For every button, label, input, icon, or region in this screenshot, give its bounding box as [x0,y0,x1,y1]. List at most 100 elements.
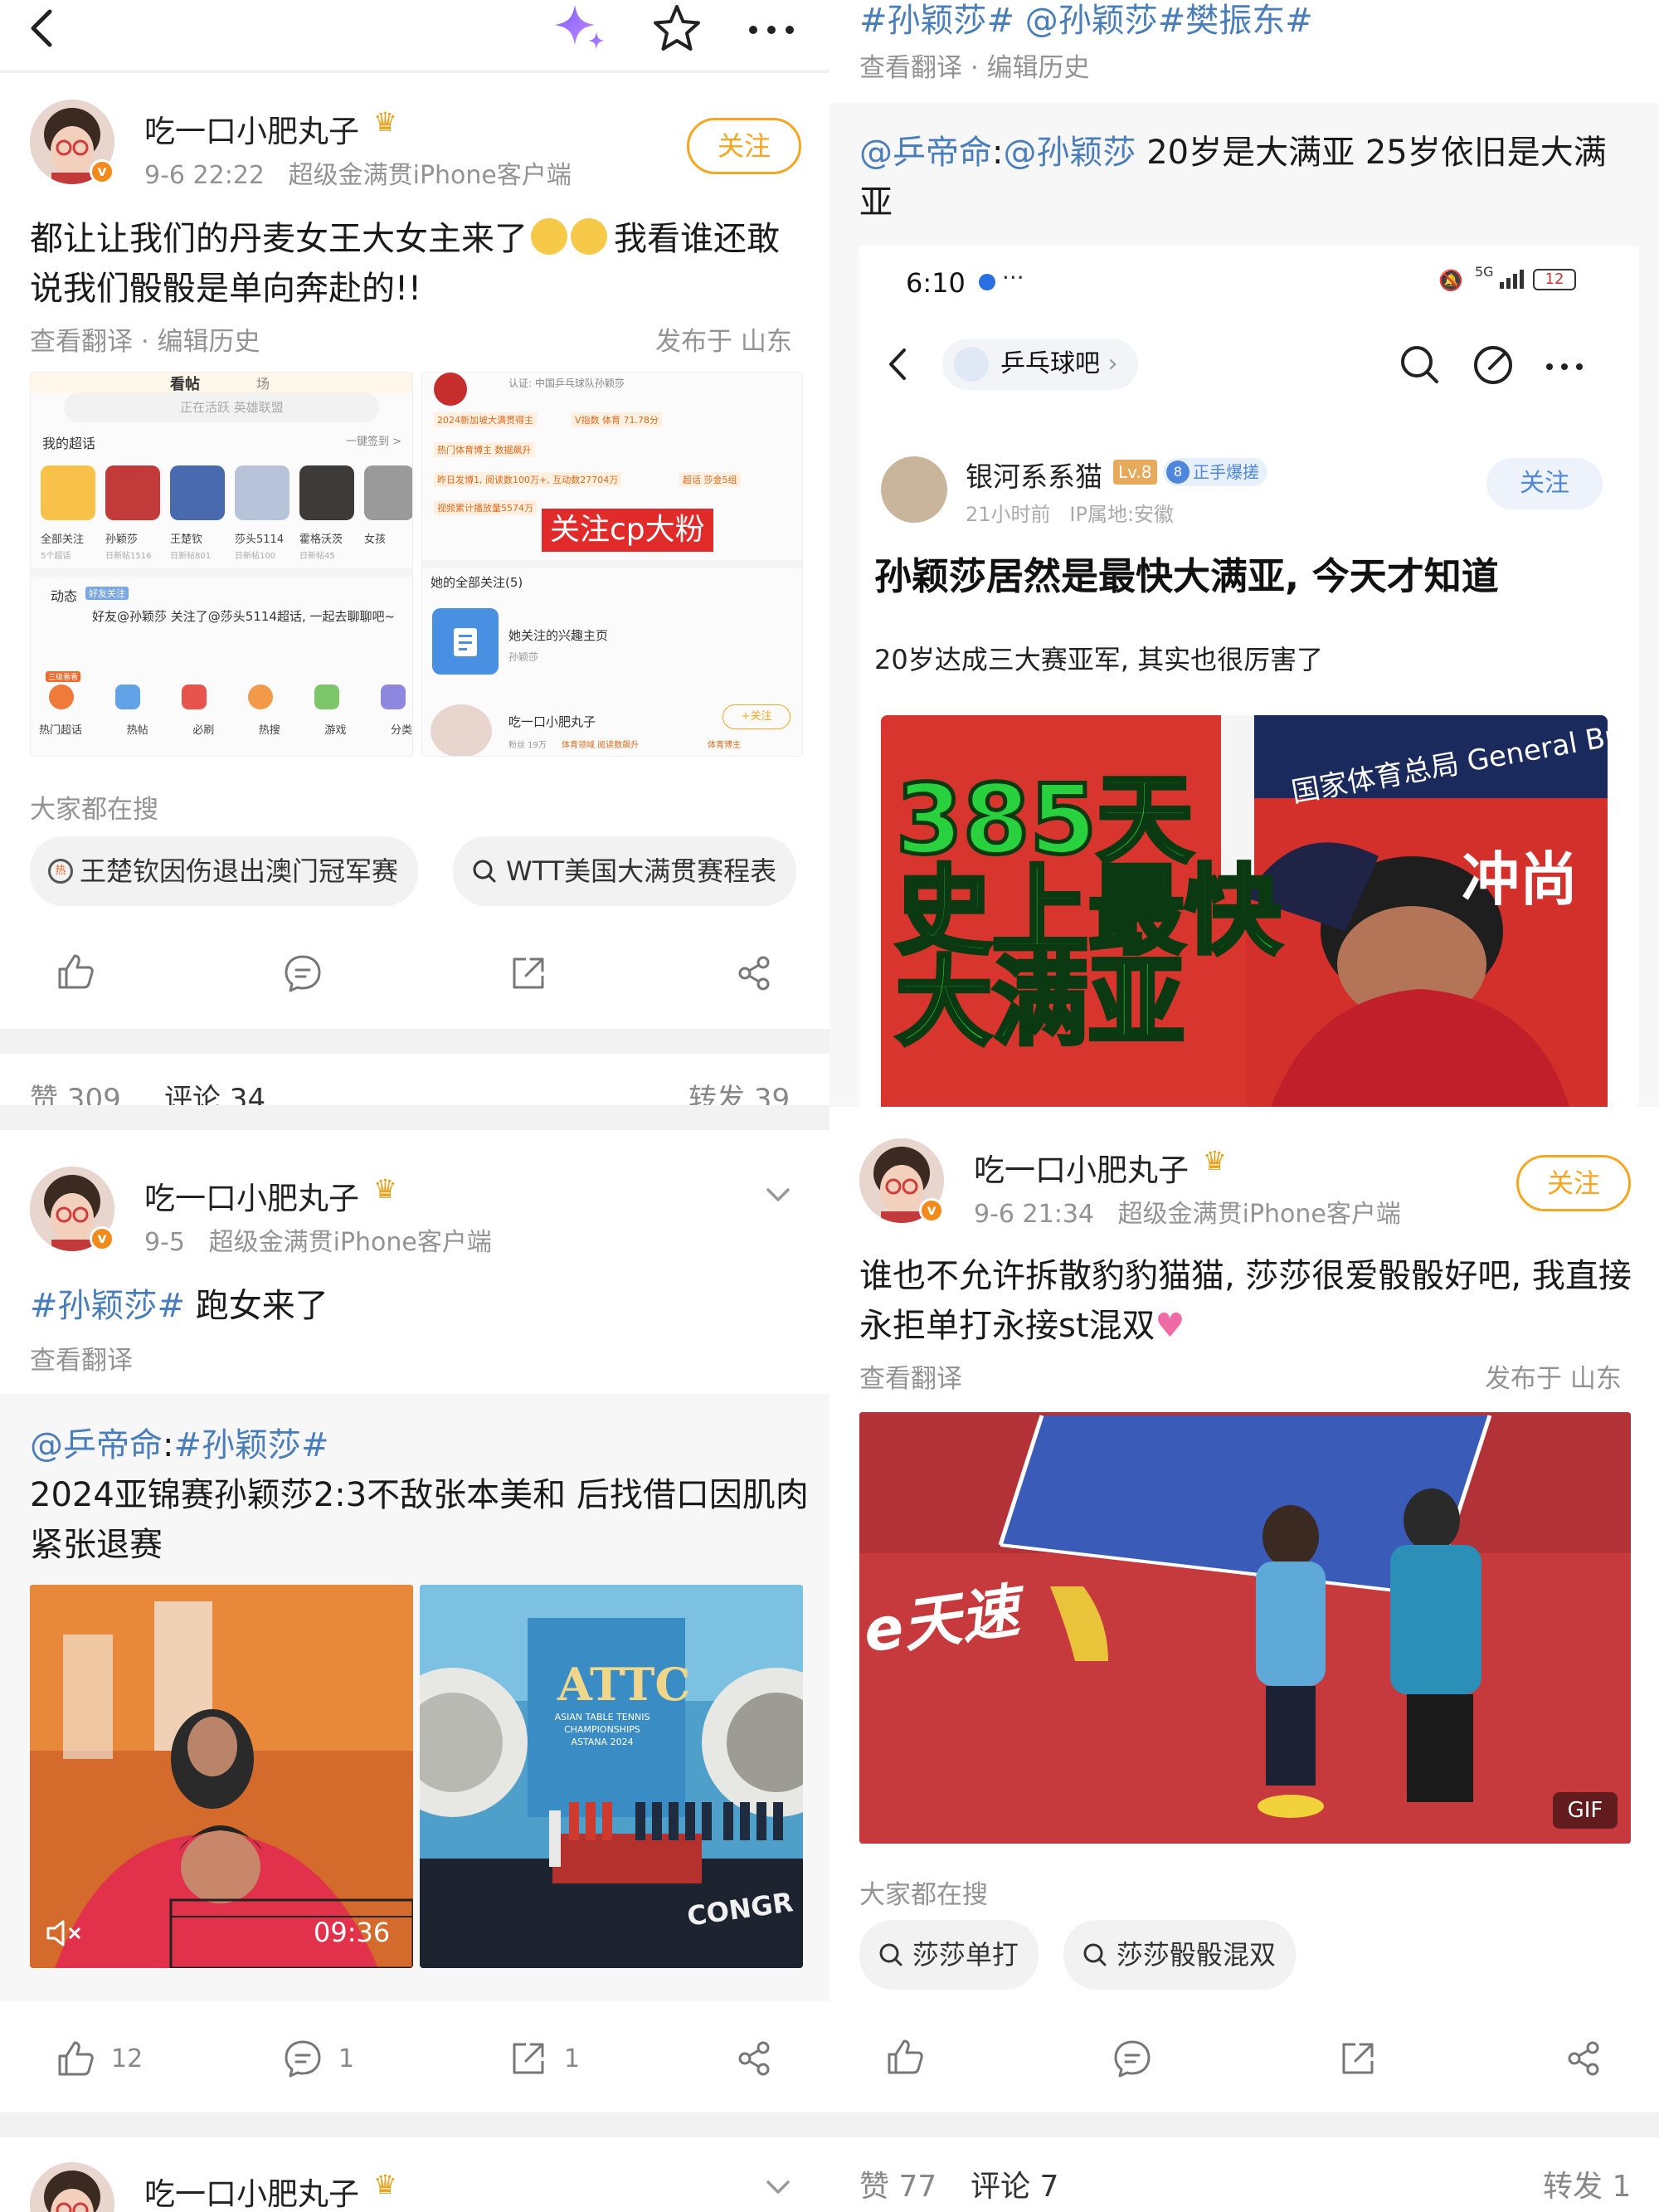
friend-text: 好友@孙颖莎 关注了@莎头5114超话, 一起去聊聊吧~ [92,609,396,624]
divider [0,70,830,73]
verified-badge: v [919,1198,944,1223]
thumbs-up-icon [888,2039,923,2074]
all-follow-label: 她的全部关注(5) [431,575,523,590]
post-text: 都让让我们的丹麦女王大女主来了 我看谁还敢说我们骰骰是单向奔赴的!! [30,218,780,308]
edit-icon [1474,346,1512,384]
comment-button[interactable]: 1 [282,2038,354,2079]
user-sub: 粉丝 19万 [508,741,547,750]
repost-card[interactable]: @乒帝命:@孙颖莎 20岁是大满亚 25岁依旧是大满亚 6:10 ··· 🔕 5… [830,103,1659,1107]
mention-link[interactable]: @孙颖莎 [1003,134,1136,172]
post-time: 9-6 21:34 超级金满贯iPhone客户端 [974,1200,1401,1229]
repost-button[interactable] [1337,2038,1379,2083]
translate-link[interactable]: 查看翻译 · 编辑历史 [30,320,260,358]
image-caption-line1: 385天 [893,764,1194,876]
tab-chang: 场 [256,376,270,392]
stat-reposts[interactable]: 转发 1 [1543,2162,1631,2205]
mention-link[interactable]: @乒帝命 [859,134,992,172]
share-nodes-icon [1568,2041,1599,2076]
post-text: 谁也不允许拆散豹豹猫猫, 莎莎很爱骰骰好吧, 我直接永拒单打永接st混双♥ [859,1257,1632,1345]
comment-icon [1114,2040,1151,2078]
share-out-icon [513,2043,544,2074]
stat-comments[interactable]: 评论 34 [164,1080,265,1105]
post-image-attc[interactable]: ATTC ASIAN TABLE TENNIS CHAMPIONSHIPS AS… [420,1585,803,1968]
interest-sub: 孙颖莎 [508,651,539,663]
search-chip[interactable]: 莎莎单打 [859,1920,1039,1990]
inner-subtitle: 20岁达成三大赛亚军, 其实也很厉害了 [874,644,1324,675]
friend-tag: 好友关注 [85,587,129,600]
post-image-profile[interactable]: 认证: 中国乒乓球队孙颖莎 2024新加坡大满贯得主 V指数 体育 71.78分… [421,372,803,757]
hashtag-link[interactable]: #孙颖莎# [173,1426,328,1464]
follow-button[interactable]: 关注 [687,118,801,174]
mute-button[interactable] [43,1917,85,1953]
hashtag-line[interactable]: #孙颖莎# @孙颖莎#樊振东# [859,0,1313,41]
stat-likes[interactable]: 赞 309 [30,1080,121,1105]
back-button[interactable] [18,3,68,53]
sparkle-button[interactable] [552,0,610,58]
translate-link[interactable]: 查看翻译 · 编辑历史 [859,46,1090,84]
search-chip[interactable]: WTT美国大满贯赛程表 [453,836,797,906]
bottom-labels: 热门超话 热帖 必刷 热搜 游戏 分类 [39,724,412,737]
author-name[interactable]: 吃一口小肥丸子 [974,1145,1189,1190]
post-image-superhua[interactable]: 看帖 场 正在活跃 英雄联盟 我的超话 一键签到 > 全部关注 孙颖莎 王楚钦 … [30,372,413,757]
video-thumbnail[interactable]: 09:36 [30,1585,413,1968]
stat-likes[interactable]: 赞 77 [859,2162,937,2205]
expand-button[interactable] [761,2174,795,2202]
post-gif[interactable]: e天速 GIF [859,1412,1631,1844]
search-section-label: 大家都在搜 [30,795,158,825]
post-text: #孙颖莎# 跑女来了 [30,1287,328,1325]
author-name[interactable]: 吃一口小肥丸子 [144,1173,359,1218]
thumbs-up-icon [58,954,94,989]
chevron-down-icon [766,1188,790,1201]
author-name[interactable]: 吃一口小肥丸子 [144,106,359,151]
user-avatar [431,704,492,756]
repost-card[interactable]: @乒帝命:#孙颖莎# 2024亚锦赛孙颖莎2:3不敌张本美和 后找借口因肌肉紧张… [0,1394,830,2001]
image-caption-line3: 大满亚 [894,947,1187,1059]
stat-comments[interactable]: 评论 7 [971,2162,1058,2205]
share-button[interactable] [733,2038,775,2083]
like-button[interactable] [55,951,96,996]
post-image-screenshot[interactable]: 6:10 ··· 🔕 5G 12 乒乓球吧 › 银河系系猫 Lv.8 正手爆搓 … [859,246,1639,1107]
comment-button[interactable] [282,953,324,997]
search-icon [879,1943,902,1966]
tag: 热门体育博主 数据飙升 [434,442,535,457]
favorite-button[interactable] [649,2,704,56]
repost-text: @乒帝命:@孙颖莎 20岁是大满亚 25岁依旧是大满亚 [859,134,1607,222]
thumb [299,465,354,520]
interest-label: 她关注的兴趣主页 [508,628,609,643]
repost-button[interactable]: 1 [508,2038,580,2079]
expand-button[interactable] [761,1182,795,1210]
verified-badge: v [90,159,114,184]
tag-badge: 正手爆搓 8 [1163,458,1267,486]
repost-text: @乒帝命:#孙颖莎# 2024亚锦赛孙颖莎2:3不敌张本美和 后找借口因肌肉紧张… [30,1426,809,1564]
follow-button[interactable]: 关注 [1516,1155,1631,1211]
inner-time: 21小时前 IP属地:安徽 [966,503,1175,526]
search-chip[interactable]: 热 王楚钦因伤退出澳门冠军赛 [30,836,419,906]
avatar[interactable] [30,2162,114,2212]
more-button[interactable] [742,5,800,55]
signal-label: 5G [1475,264,1494,280]
crown-icon: ♛ [373,2169,397,2200]
like-button[interactable] [884,2036,926,2081]
level-badge: Lv.8 [1113,460,1157,485]
avatar-girl-image [30,2162,114,2212]
stat-reposts[interactable]: 转发 39 [688,1080,790,1105]
comment-button[interactable] [1112,2038,1153,2083]
chevron-left-icon [31,9,52,47]
share-button[interactable] [1563,2038,1604,2083]
mention-link[interactable]: @乒帝命 [30,1426,163,1464]
right-feed-column: #孙颖莎# @孙颖莎#樊振东# 查看翻译 · 编辑历史 @乒帝命:@孙颖莎 20… [830,0,1659,2212]
like-button[interactable]: 12 [55,2038,143,2079]
emoji-icon [571,218,607,255]
author-name[interactable]: 吃一口小肥丸子 [144,2169,359,2212]
translate-link[interactable]: 查看翻译 [30,1339,133,1376]
overlay-caption: 关注cp大粉 [542,509,713,552]
hashtag-link[interactable]: #孙颖莎# [30,1287,185,1325]
bottom-icons [49,685,406,709]
share-button[interactable] [733,953,775,997]
battery-icon: 12 [1533,269,1576,290]
user-tag: 体育领域 阅读数飙升 [562,741,640,750]
section-gap [830,2112,1659,2137]
search-chip[interactable]: 莎莎骰骰混双 [1063,1920,1297,1990]
repost-button[interactable] [508,953,549,997]
translate-link[interactable]: 查看翻译 [859,1357,962,1395]
